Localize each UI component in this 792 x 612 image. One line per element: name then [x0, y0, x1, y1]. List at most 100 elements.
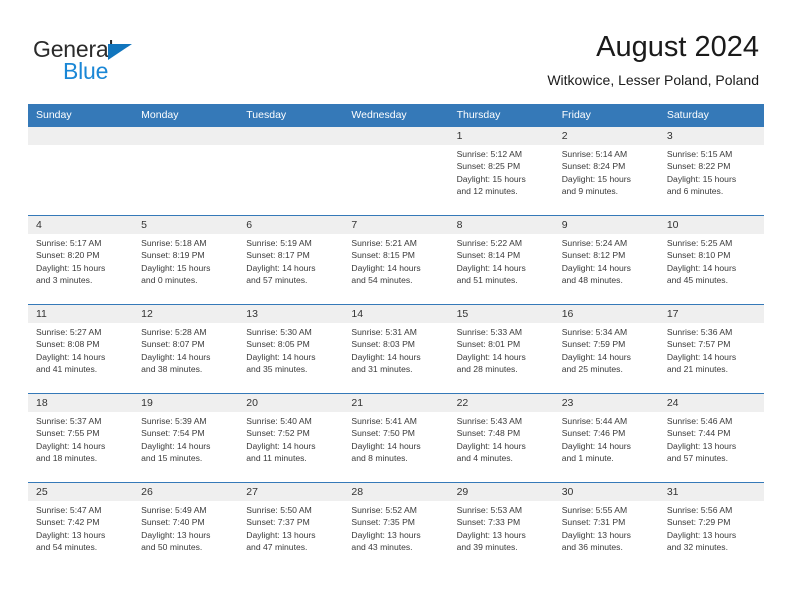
- daylight-text-line2: and 35 minutes.: [246, 363, 308, 374]
- daylight-text-line2: and 47 minutes.: [246, 541, 308, 552]
- sunset-text: Sunset: 7:55 PM: [36, 428, 100, 439]
- calendar-week-row: 1 Sunrise: 5:12 AM Sunset: 8:25 PM Daylight…: [28, 126, 764, 216]
- daylight-text-line2: and 12 minutes.: [456, 185, 518, 196]
- sunset-text: Sunset: 8:10 PM: [666, 250, 731, 261]
- day-cell-empty: [238, 126, 344, 216]
- sunset-text: Sunset: 8:19 PM: [141, 250, 205, 261]
- day-cell[interactable]: 3 Sunrise: 5:15 AM Sunset: 8:22 PM Daylight…: [658, 126, 764, 216]
- day-cell[interactable]: 31 Sunrise: 5:56 AM Sunset: 7:29 PM Dayligh…: [658, 482, 764, 572]
- day-details: Sunrise: 5:41 AM Sunset: 7:50 PM Daylight:…: [343, 412, 448, 464]
- daylight-text-line1: Daylight: 15 hours: [561, 173, 631, 184]
- daylight-text-line2: and 9 minutes.: [561, 185, 619, 196]
- sunset-text: Sunset: 7:57 PM: [666, 339, 731, 350]
- sunrise-text: Sunrise: 5:47 AM: [36, 505, 102, 515]
- day-cell[interactable]: 12 Sunrise: 5:28 AM Sunset: 8:07 PM Dayligh…: [133, 304, 239, 394]
- daylight-text-line1: Daylight: 13 hours: [141, 529, 211, 540]
- daylight-text-line1: Daylight: 14 hours: [36, 440, 106, 451]
- weekday-header-sunday: Sunday: [28, 104, 134, 127]
- daylight-text-line1: Daylight: 14 hours: [141, 440, 211, 451]
- sunset-text: Sunset: 8:22 PM: [666, 161, 731, 172]
- sunrise-text: Sunrise: 5:46 AM: [666, 416, 733, 426]
- day-number: 14: [343, 305, 449, 323]
- daylight-text-line1: Daylight: 14 hours: [561, 440, 631, 451]
- sunrise-text: Sunrise: 5:22 AM: [456, 238, 523, 248]
- daylight-text-line2: and 41 minutes.: [36, 363, 98, 374]
- day-cell[interactable]: 18 Sunrise: 5:37 AM Sunset: 7:55 PM Dayligh…: [28, 393, 134, 483]
- day-cell[interactable]: 30 Sunrise: 5:55 AM Sunset: 7:31 PM Dayligh…: [553, 482, 659, 572]
- day-cell[interactable]: 4 Sunrise: 5:17 AM Sunset: 8:20 PM Daylight…: [28, 215, 134, 305]
- weekday-header-saturday: Saturday: [658, 104, 764, 127]
- day-cell[interactable]: 23 Sunrise: 5:44 AM Sunset: 7:46 PM Dayligh…: [553, 393, 659, 483]
- daylight-text-line2: and 43 minutes.: [351, 541, 413, 552]
- weekday-header-monday: Monday: [133, 104, 239, 127]
- day-cell[interactable]: 19 Sunrise: 5:39 AM Sunset: 7:54 PM Dayligh…: [133, 393, 239, 483]
- day-cell[interactable]: 10 Sunrise: 5:25 AM Sunset: 8:10 PM Dayligh…: [658, 215, 764, 305]
- sunset-text: Sunset: 7:54 PM: [141, 428, 205, 439]
- sunset-text: Sunset: 8:14 PM: [456, 250, 521, 261]
- day-number: [343, 127, 449, 145]
- daylight-text-line2: and 36 minutes.: [561, 541, 623, 552]
- day-number: 9: [553, 216, 659, 234]
- day-number: 13: [238, 305, 344, 323]
- day-cell[interactable]: 26 Sunrise: 5:49 AM Sunset: 7:40 PM Dayligh…: [133, 482, 239, 572]
- daylight-text-line1: Daylight: 14 hours: [351, 440, 421, 451]
- day-number: 15: [448, 305, 554, 323]
- day-cell[interactable]: 27 Sunrise: 5:50 AM Sunset: 7:37 PM Dayligh…: [238, 482, 344, 572]
- daylight-text-line1: Daylight: 14 hours: [456, 440, 526, 451]
- day-cell[interactable]: 2 Sunrise: 5:14 AM Sunset: 8:24 PM Daylight…: [553, 126, 659, 216]
- sunrise-text: Sunrise: 5:28 AM: [141, 327, 207, 337]
- day-cell[interactable]: 14 Sunrise: 5:31 AM Sunset: 8:03 PM Dayligh…: [343, 304, 449, 394]
- day-details: Sunrise: 5:27 AM Sunset: 8:08 PM Daylight:…: [28, 323, 133, 375]
- day-cell[interactable]: 17 Sunrise: 5:36 AM Sunset: 7:57 PM Dayligh…: [658, 304, 764, 394]
- day-cell[interactable]: 15 Sunrise: 5:33 AM Sunset: 8:01 PM Dayligh…: [448, 304, 554, 394]
- day-cell[interactable]: 29 Sunrise: 5:53 AM Sunset: 7:33 PM Dayligh…: [448, 482, 554, 572]
- day-number: 16: [553, 305, 659, 323]
- weekday-header-wednesday: Wednesday: [343, 104, 449, 127]
- sunrise-text: Sunrise: 5:56 AM: [666, 505, 733, 515]
- sunset-text: Sunset: 7:33 PM: [456, 517, 521, 528]
- day-cell[interactable]: 11 Sunrise: 5:27 AM Sunset: 8:08 PM Dayligh…: [28, 304, 134, 394]
- weekday-header-tuesday: Tuesday: [238, 104, 344, 127]
- sunset-text: Sunset: 7:46 PM: [561, 428, 626, 439]
- sunrise-text: Sunrise: 5:40 AM: [246, 416, 312, 426]
- day-cell[interactable]: 13 Sunrise: 5:30 AM Sunset: 8:05 PM Dayligh…: [238, 304, 344, 394]
- day-cell[interactable]: 21 Sunrise: 5:41 AM Sunset: 7:50 PM Dayligh…: [343, 393, 449, 483]
- day-details: Sunrise: 5:49 AM Sunset: 7:40 PM Daylight:…: [133, 501, 238, 553]
- daylight-text-line2: and 15 minutes.: [141, 452, 203, 463]
- sunrise-text: Sunrise: 5:36 AM: [666, 327, 733, 337]
- sunrise-text: Sunrise: 5:12 AM: [456, 149, 523, 159]
- daylight-text-line1: Daylight: 14 hours: [141, 351, 211, 362]
- sunrise-text: Sunrise: 5:18 AM: [141, 238, 207, 248]
- day-details: Sunrise: 5:21 AM Sunset: 8:15 PM Daylight:…: [343, 234, 448, 286]
- sunrise-text: Sunrise: 5:25 AM: [666, 238, 733, 248]
- day-cell[interactable]: 9 Sunrise: 5:24 AM Sunset: 8:12 PM Daylight…: [553, 215, 659, 305]
- sunset-text: Sunset: 8:25 PM: [456, 161, 521, 172]
- day-cell[interactable]: 6 Sunrise: 5:19 AM Sunset: 8:17 PM Daylight…: [238, 215, 344, 305]
- day-number: 20: [238, 394, 344, 412]
- daylight-text-line2: and 39 minutes.: [456, 541, 518, 552]
- sunset-text: Sunset: 8:15 PM: [351, 250, 415, 261]
- day-cell[interactable]: 20 Sunrise: 5:40 AM Sunset: 7:52 PM Dayligh…: [238, 393, 344, 483]
- day-details: Sunrise: 5:17 AM Sunset: 8:20 PM Daylight:…: [28, 234, 133, 286]
- brand-logo[interactable]: General Blue: [33, 36, 253, 86]
- daylight-text-line2: and 0 minutes.: [141, 274, 198, 285]
- daylight-text-line2: and 45 minutes.: [666, 274, 728, 285]
- day-details: Sunrise: 5:40 AM Sunset: 7:52 PM Daylight:…: [238, 412, 343, 464]
- day-cell[interactable]: 25 Sunrise: 5:47 AM Sunset: 7:42 PM Dayligh…: [28, 482, 134, 572]
- day-cell[interactable]: 28 Sunrise: 5:52 AM Sunset: 7:35 PM Dayligh…: [343, 482, 449, 572]
- daylight-text-line2: and 51 minutes.: [456, 274, 518, 285]
- day-cell[interactable]: 8 Sunrise: 5:22 AM Sunset: 8:14 PM Daylight…: [448, 215, 554, 305]
- sunrise-text: Sunrise: 5:50 AM: [246, 505, 312, 515]
- sunset-text: Sunset: 8:08 PM: [36, 339, 100, 350]
- day-cell[interactable]: 16 Sunrise: 5:34 AM Sunset: 7:59 PM Dayligh…: [553, 304, 659, 394]
- day-cell[interactable]: 24 Sunrise: 5:46 AM Sunset: 7:44 PM Dayligh…: [658, 393, 764, 483]
- day-cell[interactable]: 22 Sunrise: 5:43 AM Sunset: 7:48 PM Dayligh…: [448, 393, 554, 483]
- day-cell[interactable]: 5 Sunrise: 5:18 AM Sunset: 8:19 PM Daylight…: [133, 215, 239, 305]
- day-number: [133, 127, 239, 145]
- day-number: 6: [238, 216, 344, 234]
- day-cell[interactable]: 1 Sunrise: 5:12 AM Sunset: 8:25 PM Daylight…: [448, 126, 554, 216]
- sunrise-text: Sunrise: 5:33 AM: [456, 327, 523, 337]
- sunrise-text: Sunrise: 5:53 AM: [456, 505, 523, 515]
- day-details: Sunrise: 5:33 AM Sunset: 8:01 PM Daylight:…: [449, 323, 554, 375]
- day-cell[interactable]: 7 Sunrise: 5:21 AM Sunset: 8:15 PM Daylight…: [343, 215, 449, 305]
